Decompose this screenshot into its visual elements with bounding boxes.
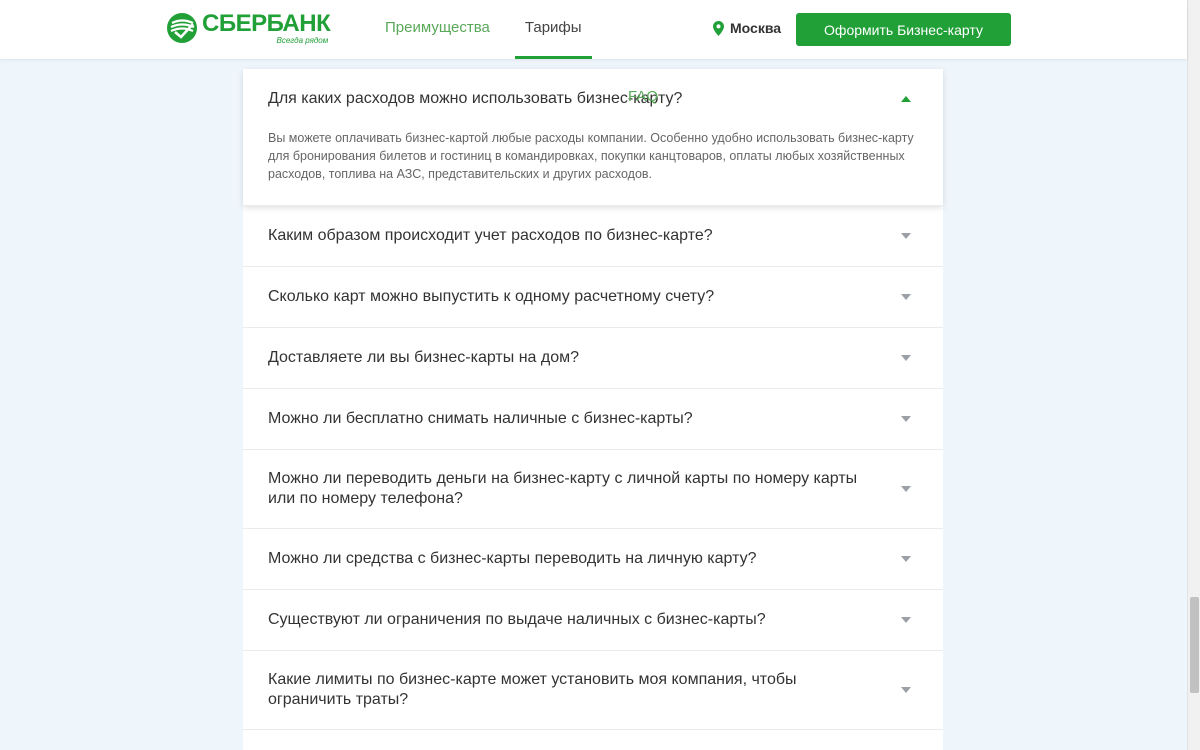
chevron-down-icon <box>901 556 911 562</box>
faq-question: Каким образом происходит учет расходов п… <box>268 227 713 244</box>
faq-item-partial[interactable] <box>243 730 943 750</box>
faq-answer: Вы можете оплачивать бизнес-картой любые… <box>268 131 914 181</box>
order-business-card-button[interactable]: Оформить Бизнес-карту <box>796 13 1011 46</box>
faq-item[interactable]: Существуют ли ограничения по выдаче нали… <box>243 590 943 651</box>
chevron-down-icon <box>901 294 911 300</box>
logo-name: СБЕРБАНК <box>202 10 331 37</box>
nav-advantages[interactable]: Преимущества <box>385 0 490 59</box>
faq-list: Для каких расходов можно использовать би… <box>243 69 943 750</box>
faq-question: Можно ли бесплатно снимать наличные с би… <box>268 410 693 427</box>
chevron-down-icon <box>901 486 911 492</box>
site-header: СБЕРБАНК Всегда рядом Преимущества Тариф… <box>0 0 1187 105</box>
faq-question: Можно ли средства с бизнес-карты перевод… <box>268 550 757 567</box>
logo-text: СБЕРБАНК Всегда рядом <box>202 10 331 45</box>
city-name: Москва <box>730 20 782 36</box>
faq-item[interactable]: Можно ли переводить деньги на бизнес-кар… <box>243 450 943 529</box>
sberbank-logo-icon <box>167 13 197 43</box>
faq-question: Доставляете ли вы бизнес-карты на дом? <box>268 349 579 366</box>
faq-item[interactable]: Сколько карт можно выпустить к одному ра… <box>243 267 943 328</box>
chevron-down-icon <box>901 687 911 693</box>
faq-item[interactable]: Какие лимиты по бизнес-карте может устан… <box>243 651 943 730</box>
faq-question: Сколько карт можно выпустить к одному ра… <box>268 288 715 305</box>
faq-question: Существуют ли ограничения по выдаче нали… <box>268 611 766 628</box>
chevron-down-icon <box>901 233 911 239</box>
city-selector[interactable]: Москва <box>713 20 781 36</box>
faq-question: Можно ли переводить деньги на бизнес-кар… <box>268 470 858 507</box>
faq-item[interactable]: Можно ли средства с бизнес-карты перевод… <box>243 529 943 590</box>
faq-question: Какие лимиты по бизнес-карте может устан… <box>268 671 797 708</box>
main-nav: Преимущества Тарифы FAQ <box>385 0 658 105</box>
location-pin-icon <box>713 20 724 36</box>
faq-item[interactable]: Доставляете ли вы бизнес-карты на дом? <box>243 328 943 389</box>
chevron-down-icon <box>901 355 911 361</box>
nav-faq[interactable]: FAQ <box>628 69 1200 128</box>
faq-item[interactable]: Можно ли бесплатно снимать наличные с би… <box>243 389 943 450</box>
scrollbar-thumb[interactable] <box>1190 597 1199 693</box>
chevron-down-icon <box>901 617 911 623</box>
nav-tariffs[interactable]: Тарифы <box>514 0 592 59</box>
faq-item[interactable]: Каким образом происходит учет расходов п… <box>243 206 943 267</box>
chevron-down-icon <box>901 416 911 422</box>
sberbank-logo[interactable]: СБЕРБАНК Всегда рядом <box>166 10 331 50</box>
